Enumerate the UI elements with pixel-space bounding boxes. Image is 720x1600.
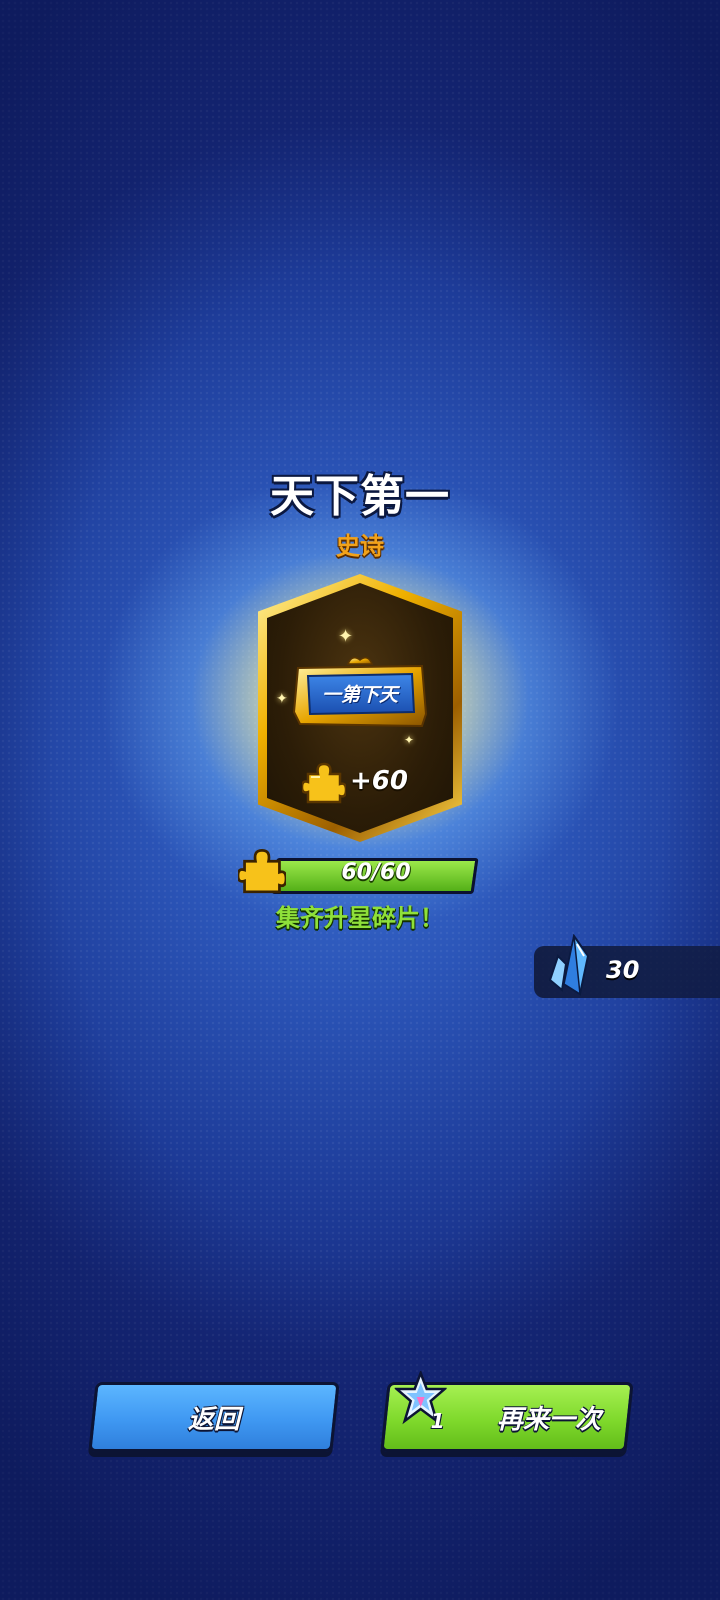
sparkle-icon: ✦ [338, 626, 354, 647]
collect-message: 集齐升星碎片！ [276, 904, 444, 932]
draw-again-button-label: 再来一次 [496, 1405, 601, 1435]
sparkle-icon: ✦ [276, 691, 288, 707]
shard-amount: +60 [350, 766, 408, 796]
ticket-count: 1 [430, 1409, 445, 1433]
puzzle-piece-icon [302, 762, 346, 804]
draw-again-button[interactable]: 1 再来一次 [380, 1371, 634, 1452]
rarity-label: 史诗 [336, 532, 384, 560]
plaque-image: 一第下天 [290, 654, 430, 730]
sparkle-icon: ✦ [404, 733, 415, 747]
plaque-text: 一第下天 [321, 684, 398, 706]
blue-crystal-icon [548, 934, 590, 996]
back-button[interactable]: 返回 [88, 1382, 340, 1452]
shard-progress: 60/60 [238, 846, 479, 896]
back-button-label: 返回 [187, 1405, 240, 1435]
shard-reward: +60 [302, 760, 432, 804]
progress-text: 60/60 [341, 860, 411, 885]
crystal-counter: 30 [534, 934, 720, 998]
crystal-count: 30 [606, 956, 640, 984]
reward-title: 天下第一 [270, 471, 450, 522]
reward-card: ✦ ✦ ✦ 一第下天 +60 [258, 574, 462, 842]
